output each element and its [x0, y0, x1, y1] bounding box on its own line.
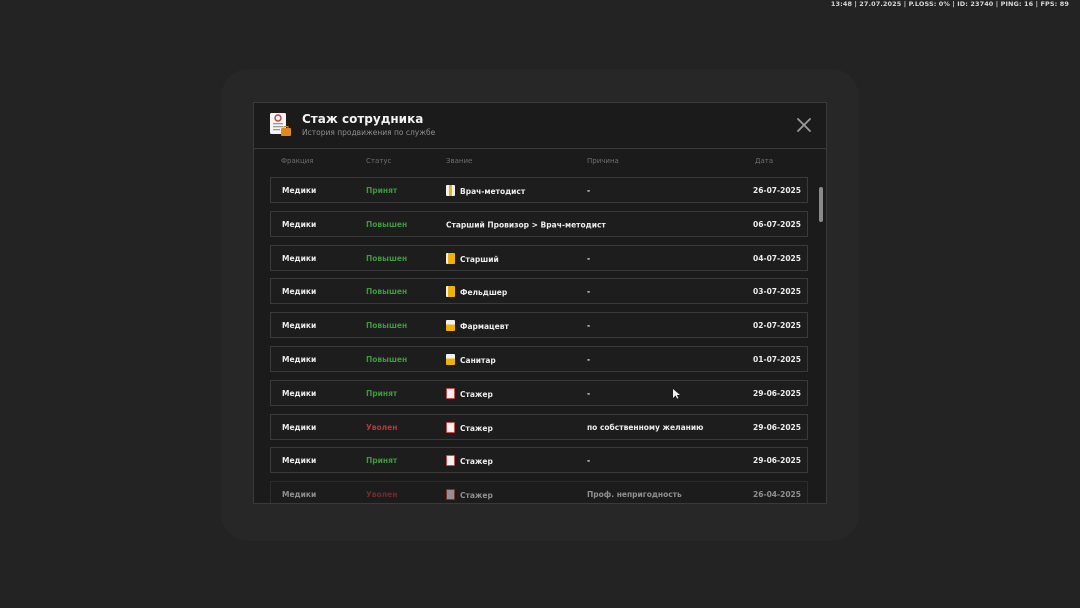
row-rank: Фельдшер	[446, 286, 508, 298]
rank-blank-icon	[446, 422, 455, 433]
table-row[interactable]: Медики Повышен Фельдшер - 03-07-2025	[270, 278, 808, 304]
row-rank: Стажер	[446, 455, 493, 467]
row-date: 04-07-2025	[753, 254, 801, 263]
rank-gold-half-icon	[446, 354, 455, 365]
row-faction: Медики	[282, 321, 317, 330]
row-status: Принят	[366, 186, 398, 195]
row-rank-label: Старший	[460, 255, 499, 264]
row-faction: Медики	[282, 186, 317, 195]
row-date: 29-06-2025	[753, 389, 801, 398]
modal-title: Стаж сотрудника	[302, 112, 424, 126]
row-reason: -	[587, 355, 591, 364]
row-rank-label: Санитар	[460, 356, 496, 365]
row-rank: Стажер	[446, 388, 493, 400]
table-row[interactable]: Медики Принят Врач-методист - 26-07-2025	[270, 177, 808, 203]
rank-blank-icon	[446, 489, 455, 500]
row-date: 26-04-2025	[753, 490, 801, 499]
modal-header: Стаж сотрудника История продвижения по с…	[254, 103, 826, 149]
table-row[interactable]: Медики Повышен Старший Провизор > Врач-мет…	[270, 211, 808, 237]
row-reason: -	[587, 321, 591, 330]
hud-status-bar: 13:48 | 27.07.2025 | P.LOSS: 0% | ID: 23…	[830, 0, 1069, 8]
row-status: Принят	[366, 389, 398, 398]
row-faction: Медики	[282, 490, 317, 499]
table-row[interactable]: Медики Принят Стажер - 29-06-2025	[270, 447, 808, 473]
table-row[interactable]: Медики Принят Стажер - 29-06-2025	[270, 380, 808, 406]
modal-subtitle: История продвижения по службе	[302, 128, 436, 137]
row-rank-label: Стажер	[460, 457, 493, 466]
close-icon[interactable]	[796, 117, 812, 133]
rank-gold-full-icon	[446, 253, 455, 264]
row-rank-label: Фельдшер	[460, 288, 508, 297]
row-faction: Медики	[282, 389, 317, 398]
row-rank-label: Стажер	[460, 424, 493, 433]
row-faction: Медики	[282, 423, 317, 432]
row-date: 02-07-2025	[753, 321, 801, 330]
row-rank: Санитар	[446, 354, 496, 366]
row-rank: Старший	[446, 253, 499, 265]
column-faction: Фракция	[281, 157, 314, 165]
row-reason: -	[587, 287, 591, 296]
row-date: 01-07-2025	[753, 355, 801, 364]
row-date: 29-06-2025	[753, 456, 801, 465]
row-status: Повышен	[366, 220, 408, 229]
row-rank-label: Фармацевт	[460, 322, 509, 331]
rank-blank-icon	[446, 455, 455, 466]
column-rank: Звание	[446, 157, 473, 165]
column-reason: Причина	[587, 157, 619, 165]
row-faction: Медики	[282, 287, 317, 296]
row-faction: Медики	[282, 254, 317, 263]
row-status: Повышен	[366, 254, 408, 263]
row-rank-label: Стажер	[460, 491, 493, 500]
row-reason: -	[587, 186, 591, 195]
document-icon	[270, 113, 291, 136]
table-row[interactable]: Медики Повышен Старший - 04-07-2025	[270, 245, 808, 271]
row-status: Уволен	[366, 423, 398, 432]
row-rank: Врач-методист	[446, 185, 526, 197]
row-rank: Старший Провизор > Врач-методист	[446, 220, 606, 230]
row-status: Повышен	[366, 287, 408, 296]
row-rank: Фармацевт	[446, 320, 509, 332]
row-rank-label: Стажер	[460, 390, 493, 399]
rank-blank-icon	[446, 388, 455, 399]
row-reason: Проф. непригодность	[587, 490, 682, 499]
rank-gold-full-icon	[446, 286, 455, 297]
row-date: 29-06-2025	[753, 423, 801, 432]
row-status: Повышен	[366, 321, 408, 330]
scrollbar-thumb[interactable]	[819, 187, 823, 222]
row-faction: Медики	[282, 220, 317, 229]
row-date: 03-07-2025	[753, 287, 801, 296]
row-rank-label: Врач-методист	[460, 187, 526, 196]
row-status: Принят	[366, 456, 398, 465]
row-status: Повышен	[366, 355, 408, 364]
table-row[interactable]: Медики Повышен Санитар - 01-07-2025	[270, 346, 808, 372]
row-rank: Стажер	[446, 489, 493, 501]
employee-tenure-modal: Стаж сотрудника История продвижения по с…	[253, 102, 827, 504]
table-header: Фракция Статус Звание Причина Дата	[254, 157, 826, 169]
row-faction: Медики	[282, 355, 317, 364]
column-date: Дата	[755, 157, 774, 165]
row-rank-label: Старший Провизор > Врач-методист	[446, 220, 606, 230]
scrollbar[interactable]	[819, 187, 823, 503]
row-status: Уволен	[366, 490, 398, 499]
row-rank: Стажер	[446, 422, 493, 434]
table-row[interactable]: Медики Уволен Стажер по собственному желани…	[270, 414, 808, 440]
row-date: 26-07-2025	[753, 186, 801, 195]
mouse-cursor-icon	[673, 389, 680, 399]
table-row[interactable]: Медики Уволен Стажер Проф. непригодность 26-…	[270, 481, 808, 503]
row-reason: по собственному желанию	[587, 423, 704, 432]
rank-gold-half-icon	[446, 320, 455, 331]
rank-stripe-icon	[446, 185, 455, 196]
row-reason: -	[587, 456, 591, 465]
row-reason: -	[587, 254, 591, 263]
row-date: 06-07-2025	[753, 220, 801, 229]
row-reason: -	[587, 389, 591, 398]
row-faction: Медики	[282, 456, 317, 465]
table-row[interactable]: Медики Повышен Фармацевт - 02-07-2025	[270, 312, 808, 338]
column-status: Статус	[366, 157, 392, 165]
